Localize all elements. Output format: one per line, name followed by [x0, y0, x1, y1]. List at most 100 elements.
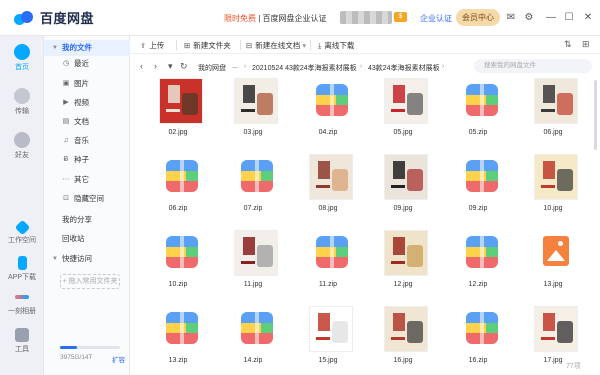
file-tile[interactable]: 07.zip — [223, 154, 283, 226]
file-tile[interactable]: 02.jpg — [148, 78, 208, 150]
rail-item-tools[interactable]: 工具 — [0, 328, 44, 354]
scrollbar[interactable] — [594, 80, 597, 150]
breadcrumb-separator: › — [244, 63, 247, 70]
file-tile[interactable]: 13.zip — [148, 306, 208, 375]
tools-icon — [15, 328, 29, 342]
image-thumbnail — [530, 306, 578, 352]
file-tile[interactable]: 12.zip — [448, 230, 508, 302]
breadcrumb-parent[interactable]: 20210524 43款24孝海报素材展板 — [252, 63, 357, 73]
new-online-doc-button[interactable]: ⊟ 新建在线文档 ▾ — [246, 40, 306, 51]
storage-usage-text: 3975G/14T — [60, 354, 93, 361]
sidebar-quick-access[interactable]: ▼ 快捷访问 — [44, 251, 130, 267]
minimize-icon[interactable]: — — [544, 11, 558, 25]
close-icon[interactable]: ✕ — [581, 11, 595, 25]
breadcrumb-root[interactable]: 我的网盘 — [198, 63, 226, 73]
sort-icon[interactable]: ⇅ — [564, 39, 572, 50]
sidebar-my-files[interactable]: ▼ 我的文件 — [44, 40, 130, 56]
app-logo[interactable]: 百度网盘 — [14, 8, 94, 27]
file-name: 02.jpg — [168, 129, 188, 136]
grid-view-icon[interactable]: ⊞ — [582, 39, 590, 50]
toolbar-divider — [176, 40, 177, 50]
file-name: 12.jpg — [393, 281, 413, 288]
sidebar-item-recent[interactable]: ◷ 最近 — [44, 56, 130, 72]
breadcrumb-ellipsis[interactable]: ... — [232, 63, 238, 70]
file-tile[interactable]: 03.jpg — [223, 78, 283, 150]
file-tile[interactable]: 09.zip — [448, 154, 508, 226]
rail-item-app-download[interactable]: APP下载 — [0, 256, 44, 282]
zip-archive-icon — [305, 78, 351, 124]
forward-arrow-icon[interactable]: › — [154, 61, 157, 71]
back-arrow-icon[interactable]: ‹ — [140, 61, 143, 71]
file-tile[interactable]: 13.jpg — [523, 230, 583, 302]
expand-storage-link[interactable]: 扩容 — [112, 354, 125, 364]
file-name: 10.zip — [168, 281, 188, 288]
image-thumbnail — [230, 230, 278, 276]
breadcrumb-current[interactable]: 43款24孝海报素材展板 — [368, 63, 440, 73]
file-tile[interactable]: 08.jpg — [298, 154, 358, 226]
add-quick-folder-button[interactable]: + 拖入常用文件夹 — [60, 274, 120, 289]
sidebar-item-music[interactable]: ♫ 音乐 — [44, 133, 130, 149]
file-tile[interactable]: 11.jpg — [223, 230, 283, 302]
sidebar-item-documents[interactable]: ▤ 文档 — [44, 114, 130, 130]
file-tile[interactable]: 14.zip — [223, 306, 283, 375]
rail-item-transfer[interactable]: 传输 — [0, 88, 44, 116]
sidebar-item-other[interactable]: ⋯ 其它 — [44, 172, 130, 188]
file-tile[interactable]: 04.zip — [298, 78, 358, 150]
file-tile[interactable]: 16.jpg — [373, 306, 433, 375]
clock-icon: ◷ — [62, 60, 70, 67]
file-tile[interactable]: 09.jpg — [373, 154, 433, 226]
file-tile[interactable]: 05.jpg — [373, 78, 433, 150]
rail-item-album[interactable]: 一刻相册 — [0, 290, 44, 316]
file-tile[interactable]: 05.zip — [448, 78, 508, 150]
maximize-icon[interactable]: ☐ — [562, 11, 576, 25]
file-name: 11.jpg — [243, 281, 263, 288]
file-name: 08.jpg — [318, 205, 338, 212]
rail-item-friends[interactable]: 好友 — [0, 132, 44, 160]
rail-item-workspace[interactable]: 工作空间 — [0, 219, 44, 245]
file-name: 06.jpg — [543, 129, 563, 136]
file-tile[interactable]: 06.zip — [148, 154, 208, 226]
document-icon: ▤ — [62, 118, 70, 125]
user-name-blurred[interactable] — [340, 11, 392, 24]
file-tile[interactable]: 11.zip — [298, 230, 358, 302]
sidebar-recycle-bin[interactable]: 回收站 — [44, 231, 130, 247]
download-icon: ⤓ — [318, 41, 322, 50]
file-tile[interactable]: 16.zip — [448, 306, 508, 375]
settings-icon[interactable]: ⚙ — [522, 11, 536, 25]
nav-rail: 首页 传输 好友 工作空间 APP下载 一刻相册 工具 — [0, 36, 44, 375]
upload-icon: ⇪ — [140, 41, 147, 50]
refresh-icon[interactable]: ↻ — [180, 61, 188, 72]
app-name: 百度网盘 — [40, 11, 95, 26]
file-name: 05.jpg — [393, 129, 413, 136]
new-folder-button[interactable]: ⊞ 新建文件夹 — [184, 40, 231, 51]
bt-icon: Ƀ — [63, 156, 69, 163]
file-tile[interactable]: 12.jpg — [373, 230, 433, 302]
breadcrumb-separator: › — [224, 63, 227, 70]
mail-icon[interactable]: ✉ — [504, 11, 518, 25]
file-tile[interactable]: 10.jpg — [523, 154, 583, 226]
sidebar-my-share[interactable]: 我的分享 — [44, 212, 130, 228]
file-name: 03.jpg — [243, 129, 263, 136]
offline-download-button[interactable]: ⤓ 离线下载 — [318, 40, 354, 51]
search-input[interactable]: 搜索我的网盘文件 — [474, 59, 592, 73]
enterprise-promo[interactable]: 限时免费 | 百度网盘企业认证 — [224, 13, 327, 24]
enterprise-auth-link[interactable]: 企业认证 — [420, 13, 452, 24]
history-dropdown-icon[interactable]: ▾ — [168, 61, 173, 72]
member-center-button[interactable]: 会员中心 — [456, 9, 500, 26]
item-count: 77项 — [566, 363, 581, 370]
sidebar-item-hidden-space[interactable]: ⊡ 隐藏空间 — [44, 191, 130, 207]
doc-plus-icon: ⊟ — [246, 41, 253, 50]
file-tile[interactable]: 15.jpg — [298, 306, 358, 375]
file-tile[interactable]: 06.jpg — [523, 78, 583, 150]
breadcrumb-separator: › — [442, 63, 445, 70]
rail-item-home[interactable]: 首页 — [0, 44, 44, 72]
sidebar-item-images[interactable]: ▣ 图片 — [44, 76, 130, 92]
file-tile[interactable]: 10.zip — [148, 230, 208, 302]
chevron-down-icon: ▼ — [52, 256, 58, 262]
sidebar-item-torrents[interactable]: Ƀ 种子 — [44, 152, 130, 168]
album-icon — [15, 295, 29, 299]
sidebar-item-videos[interactable]: ▶ 视频 — [44, 95, 130, 111]
file-name: 09.jpg — [393, 205, 413, 212]
toolbar: ⇪ 上传 ⊞ 新建文件夹 ⊟ 新建在线文档 ▾ ⤓ 离线下载 ⇅ ⊞ — [130, 36, 600, 54]
upload-button[interactable]: ⇪ 上传 — [140, 40, 164, 51]
